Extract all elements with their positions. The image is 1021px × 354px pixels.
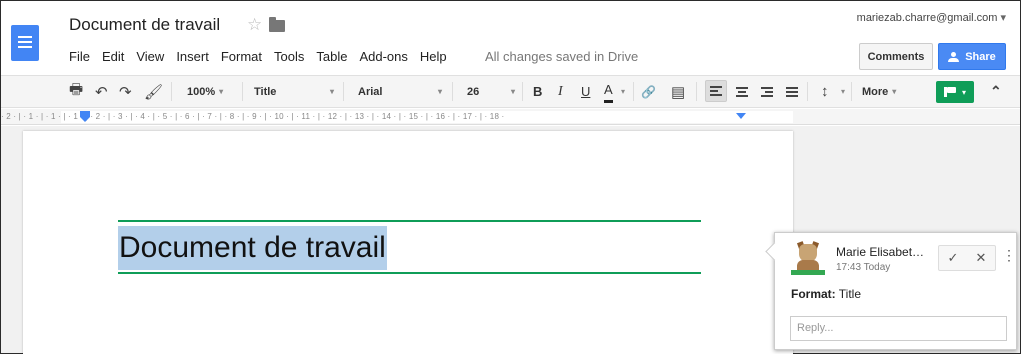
menu-view[interactable]: View: [136, 49, 164, 64]
account-email[interactable]: mariezab.charre@gmail.com: [857, 11, 1006, 24]
formatting-toolbar: 🖶 ↶ ↷ 🖌 100% ▾ Title ▾ Arial ▾ 26 ▾ B I U A …: [1, 75, 1020, 108]
chevron-down-icon: ▾: [510, 87, 515, 96]
justify-icon[interactable]: [786, 76, 798, 107]
ruler[interactable]: · 2 · | · 1 · | · 1 · | · 1 · | · 2 · | …: [1, 109, 1020, 125]
insert-comment-icon[interactable]: ▤: [671, 76, 685, 107]
more-options-icon[interactable]: ⋮: [1002, 247, 1016, 264]
align-left-icon[interactable]: [705, 80, 727, 102]
align-center-icon[interactable]: [736, 76, 748, 107]
font-size-select[interactable]: 26 ▾: [467, 76, 515, 107]
underline-button[interactable]: U: [581, 76, 590, 107]
zoom-value: 100%: [187, 85, 216, 98]
comment-anchor-top: [118, 220, 701, 222]
menu-addons[interactable]: Add-ons: [359, 49, 407, 64]
app-header: Document de travail ☆ File Edit View Ins…: [1, 1, 1020, 75]
style-value: Title: [254, 85, 277, 98]
comment-card[interactable]: Marie Elisabet… 17:43 Today ✓ ✕ ⋮ Format…: [774, 232, 1017, 350]
menu-tools[interactable]: Tools: [274, 49, 304, 64]
comment-actions: ✓ ✕: [938, 245, 996, 271]
person-icon: [948, 51, 960, 62]
menu-format[interactable]: Format: [221, 49, 262, 64]
print-icon[interactable]: 🖶: [69, 76, 83, 107]
align-right-icon[interactable]: [761, 76, 773, 107]
left-indent-marker[interactable]: [80, 111, 90, 122]
chevron-down-icon: ▾: [437, 87, 442, 96]
chevron-down-icon: ▾: [961, 87, 966, 97]
undo-icon[interactable]: ↶: [95, 76, 108, 107]
more-menu[interactable]: More ▾: [862, 76, 896, 107]
document-title-text[interactable]: Document de travail: [118, 226, 387, 270]
style-select[interactable]: Title ▾: [254, 76, 334, 107]
comment-time: 17:43 Today: [836, 262, 891, 273]
font-size-value: 26: [467, 85, 480, 98]
resolve-icon[interactable]: ✓: [948, 250, 959, 266]
chevron-down-icon[interactable]: ▾: [841, 76, 845, 107]
docs-home-icon[interactable]: [11, 25, 39, 61]
reply-input[interactable]: Reply...: [790, 316, 1007, 341]
bold-button[interactable]: B: [533, 76, 542, 107]
chevron-down-icon: ▾: [892, 87, 897, 96]
suggest-icon: [943, 87, 956, 97]
close-icon[interactable]: ✕: [976, 250, 987, 266]
menu-edit[interactable]: Edit: [102, 49, 124, 64]
collapse-icon[interactable]: ⌃: [990, 76, 1002, 107]
share-button[interactable]: Share: [938, 43, 1006, 70]
chevron-down-icon[interactable]: ▾: [621, 76, 625, 107]
star-icon[interactable]: ☆: [247, 15, 262, 35]
menu-help[interactable]: Help: [420, 49, 447, 64]
chevron-down-icon: ▾: [219, 87, 224, 96]
avatar: [791, 241, 825, 276]
format-value: Title: [838, 287, 862, 301]
zoom-select[interactable]: 100% ▾: [187, 76, 223, 107]
document-title[interactable]: Document de travail: [69, 15, 220, 35]
text-color-button[interactable]: A: [604, 79, 613, 103]
comment-author: Marie Elisabet…: [836, 245, 925, 259]
menu-bar: File Edit View Insert Format Tools Table…: [69, 49, 459, 64]
right-indent-marker[interactable]: [736, 113, 746, 119]
more-label: More: [862, 85, 889, 98]
share-label: Share: [965, 50, 996, 63]
line-spacing-icon[interactable]: ↕: [821, 76, 829, 107]
paint-format-icon[interactable]: 🖌: [144, 76, 163, 107]
comment-body: Format: Title: [791, 287, 861, 301]
link-icon[interactable]: 🔗: [641, 76, 656, 107]
comment-anchor-bottom: [118, 272, 701, 274]
redo-icon[interactable]: ↷: [119, 76, 132, 107]
chevron-down-icon: ▾: [329, 87, 334, 96]
editing-mode-button[interactable]: ▾: [936, 81, 974, 103]
font-select[interactable]: Arial ▾: [358, 76, 442, 107]
font-value: Arial: [358, 85, 383, 98]
comments-button[interactable]: Comments: [859, 43, 933, 70]
menu-insert[interactable]: Insert: [176, 49, 209, 64]
italic-button[interactable]: I: [558, 76, 563, 107]
save-status[interactable]: All changes saved in Drive: [485, 49, 638, 64]
menu-file[interactable]: File: [69, 49, 90, 64]
format-label: Format:: [791, 287, 836, 301]
ruler-ticks: · 2 · | · 1 · | · 1 · | · 1 · | · 2 · | …: [1, 112, 505, 121]
menu-table[interactable]: Table: [316, 49, 347, 64]
folder-icon[interactable]: [269, 17, 285, 32]
